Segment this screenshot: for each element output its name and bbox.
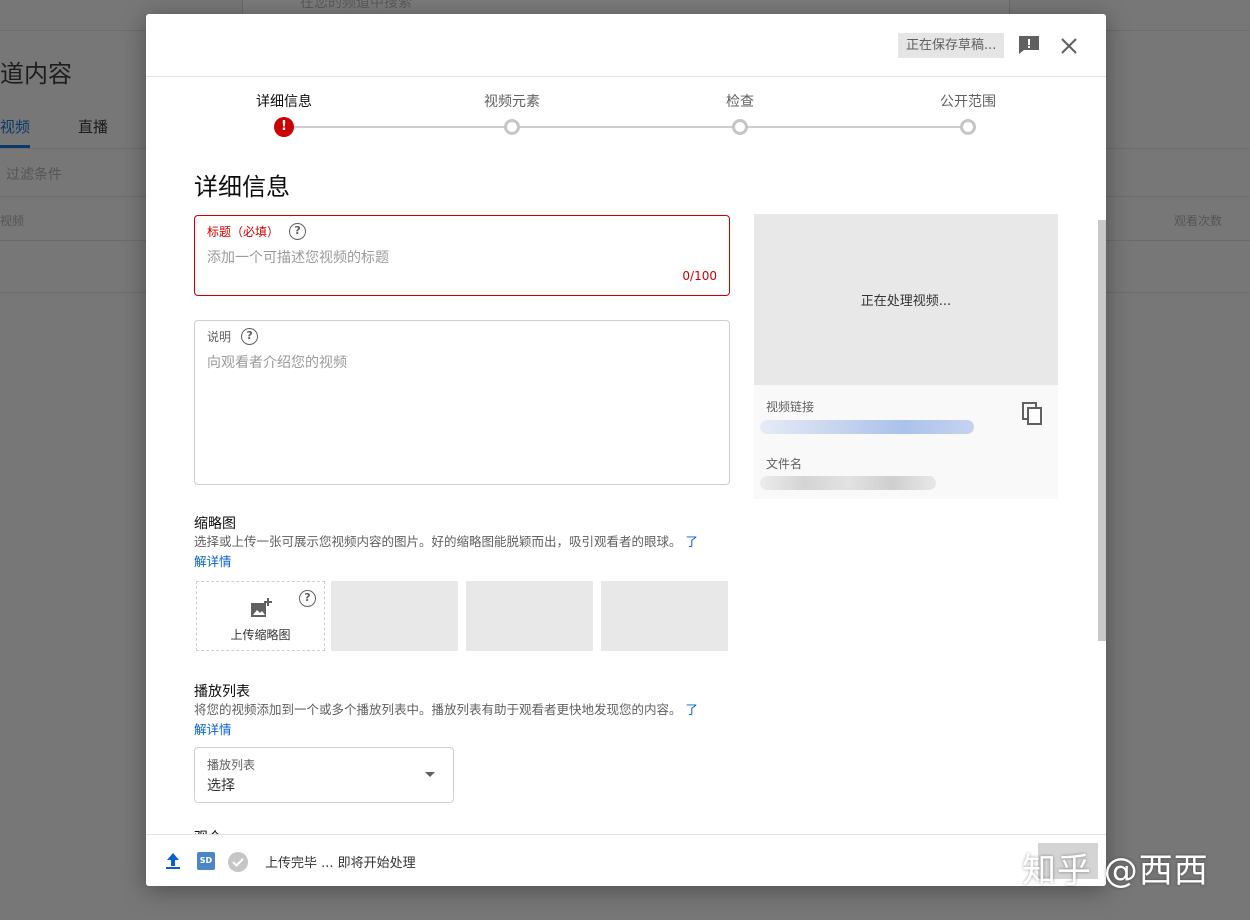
- thumbnail-option[interactable]: [601, 581, 728, 651]
- playlist-description: 将您的视频添加到一个或多个播放列表中。播放列表有助于观看者更快地发现您的内容。 …: [194, 700, 724, 740]
- bg-col-video: 视频: [0, 214, 25, 228]
- filename-redacted: [760, 476, 936, 490]
- upload-icon: [166, 853, 180, 869]
- saving-status-chip: 正在保存草稿...: [898, 33, 1005, 58]
- bg-tab-videos: 视频: [0, 118, 31, 136]
- help-icon[interactable]: ?: [241, 328, 259, 345]
- processing-text: 正在处理视频...: [860, 294, 952, 309]
- close-icon[interactable]: [1059, 36, 1079, 56]
- title-field[interactable]: 标题（必填） ? 添加一个可描述您视频的标题 0/100: [194, 215, 730, 296]
- bg-search-placeholder: 在您的频道中搜索: [300, 0, 412, 11]
- thumbnail-heading: 缩略图: [194, 516, 236, 532]
- description-field-label: 说明: [207, 330, 232, 344]
- bg-page-title: 道内容: [0, 60, 72, 88]
- add-photo-icon: [251, 598, 272, 617]
- audience-heading: 观众: [194, 827, 222, 834]
- upload-thumbnail-button[interactable]: 上传缩略图 ?: [196, 581, 325, 651]
- dropdown-arrow-icon: [425, 772, 435, 777]
- step-checks-label[interactable]: 检查: [726, 91, 754, 111]
- thumbnail-option[interactable]: [331, 581, 458, 651]
- learn-more-part[interactable]: 了: [686, 534, 699, 549]
- description-field[interactable]: 说明 ? 向观看者介绍您的视频: [194, 320, 730, 485]
- step-elements-label[interactable]: 视频元素: [484, 91, 540, 111]
- title-field-label-row: 标题（必填） ?: [207, 223, 307, 240]
- upload-thumbnail-label: 上传缩略图: [230, 628, 291, 642]
- section-title: 详细信息: [194, 173, 290, 201]
- video-link-label: 视频链接: [766, 400, 815, 414]
- learn-more-part[interactable]: 解详情: [194, 722, 232, 737]
- step-details-label[interactable]: 详细信息: [256, 91, 312, 111]
- playlist-description-text: 将您的视频添加到一个或多个播放列表中。播放列表有助于观看者更快地发现您的内容。: [194, 702, 682, 717]
- feedback-icon[interactable]: [1018, 35, 1040, 55]
- description-field-label-row: 说明 ?: [207, 328, 259, 345]
- copy-icon[interactable]: [1022, 402, 1044, 426]
- video-preview-panel: 正在处理视频... 视频链接 文件名: [754, 214, 1058, 499]
- title-field-label: 标题（必填）: [207, 225, 280, 239]
- thumbnail-option[interactable]: [466, 581, 593, 651]
- bg-filter: 过滤条件: [6, 167, 62, 183]
- help-icon[interactable]: ?: [289, 223, 307, 240]
- stepper-track: [284, 126, 968, 128]
- learn-more-part[interactable]: 了: [686, 702, 699, 717]
- thumbnail-description: 选择或上传一张可展示您视频内容的图片。好的缩略图能脱颖而出，吸引观看者的眼球。 …: [194, 532, 724, 572]
- learn-more-part[interactable]: 解详情: [194, 554, 232, 569]
- scrollbar[interactable]: [1098, 220, 1106, 641]
- thumbnail-description-text: 选择或上传一张可展示您视频内容的图片。好的缩略图能脱颖而出，吸引观看者的眼球。: [194, 534, 682, 549]
- watermark: 知乎 @西西: [1022, 851, 1209, 891]
- step-visibility-label[interactable]: 公开范围: [940, 91, 996, 111]
- title-placeholder[interactable]: 添加一个可描述您视频的标题: [207, 247, 389, 267]
- bg-col-views: 观看次数: [1174, 214, 1223, 228]
- playlist-heading: 播放列表: [194, 684, 250, 700]
- help-icon[interactable]: ?: [299, 590, 316, 607]
- upload-status-text: 上传完毕 ... 即将开始处理: [265, 856, 416, 871]
- dialog-content: 详细信息 视频元素 检查 公开范围 ! 详细信息 标题（必填） ? 添加一个可描…: [146, 77, 1106, 834]
- step-dot[interactable]: [960, 119, 976, 135]
- bg-tab-live: 直播: [78, 118, 109, 136]
- playlist-select-value: 选择: [207, 778, 235, 794]
- step-dot[interactable]: [504, 119, 520, 135]
- step-dot[interactable]: [732, 119, 748, 135]
- video-processing-area: 正在处理视频...: [754, 214, 1058, 385]
- dialog-footer: SD 上传完毕 ... 即将开始处理: [146, 834, 1106, 886]
- title-char-counter: 0/100: [682, 269, 717, 283]
- playlist-select[interactable]: 播放列表 选择: [194, 747, 454, 803]
- dialog-header: 正在保存草稿...: [146, 14, 1106, 77]
- check-circle-icon: [228, 852, 248, 872]
- video-link-redacted[interactable]: [760, 420, 974, 434]
- sd-badge-icon: SD: [197, 852, 215, 870]
- description-placeholder[interactable]: 向观看者介绍您的视频: [207, 352, 347, 372]
- step-error-icon[interactable]: !: [274, 117, 294, 137]
- playlist-select-label: 播放列表: [207, 758, 256, 772]
- filename-label: 文件名: [766, 457, 803, 471]
- upload-dialog: 正在保存草稿... 详细信息 视频元素 检查 公开范围 ! 详细信息 标题（必填…: [146, 14, 1106, 886]
